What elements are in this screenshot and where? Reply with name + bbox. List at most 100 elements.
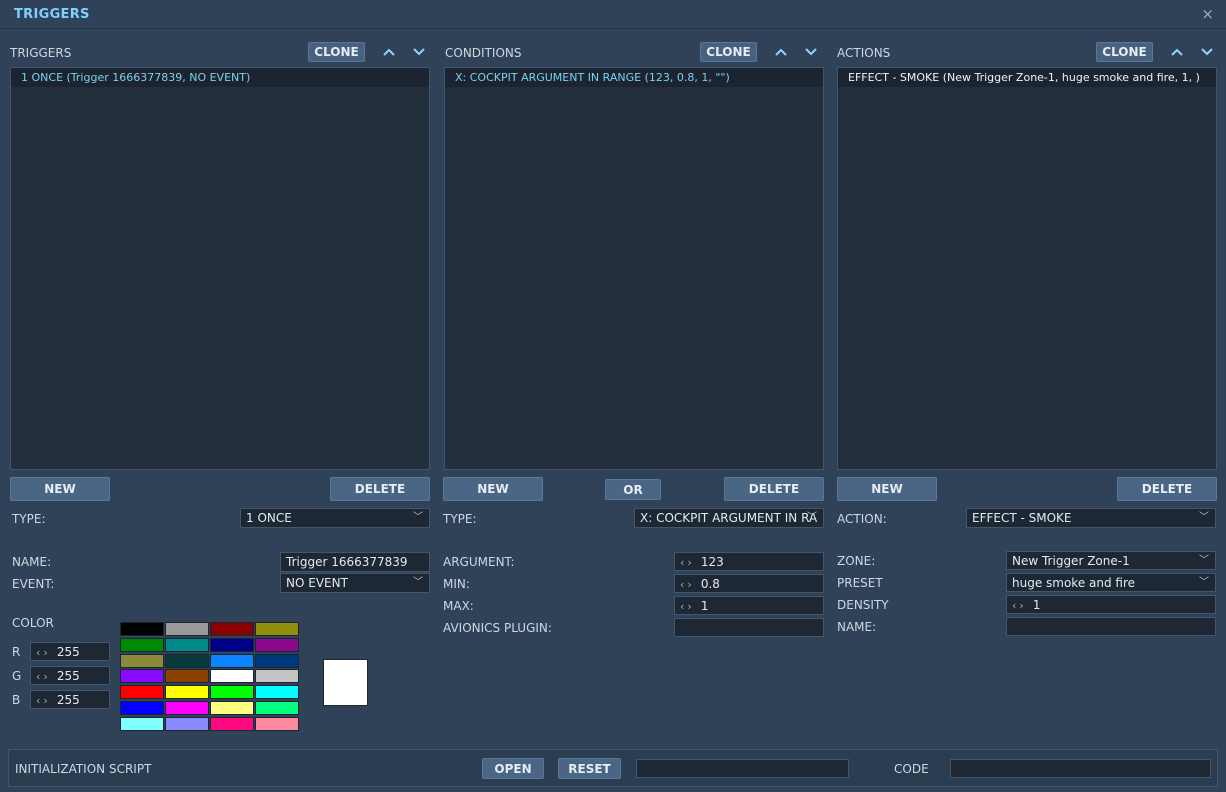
action-name-label: NAME: bbox=[837, 620, 877, 634]
window-title: TRIGGERS bbox=[14, 7, 90, 22]
stepper-arrows-icon[interactable]: ‹› bbox=[680, 578, 695, 591]
color-swatch[interactable] bbox=[165, 637, 209, 652]
color-swatch[interactable] bbox=[120, 653, 164, 668]
color-swatch[interactable] bbox=[120, 637, 164, 652]
color-b-value: 255 bbox=[56, 693, 80, 707]
color-b-stepper[interactable]: ‹› 255 bbox=[30, 690, 110, 709]
reset-button[interactable]: RESET bbox=[558, 758, 621, 779]
color-swatch[interactable] bbox=[210, 701, 254, 715]
avionics-plugin-input[interactable] bbox=[674, 618, 824, 637]
actions-move-down-icon[interactable] bbox=[1198, 43, 1216, 61]
initialization-script-label: INITIALIZATION SCRIPT bbox=[15, 762, 152, 776]
color-swatch[interactable] bbox=[210, 669, 254, 684]
list-item[interactable]: X: COCKPIT ARGUMENT IN RANGE (123, 0.8, … bbox=[445, 68, 823, 87]
stepper-arrows-icon[interactable]: ‹› bbox=[36, 646, 51, 659]
list-item[interactable]: EFFECT - SMOKE (New Trigger Zone-1, huge… bbox=[838, 68, 1216, 87]
preset-dropdown[interactable]: huge smoke and fire ﹀ bbox=[1006, 573, 1216, 592]
color-swatch[interactable] bbox=[120, 685, 164, 700]
conditions-move-up-icon[interactable] bbox=[772, 43, 790, 61]
color-swatch[interactable] bbox=[120, 716, 164, 731]
chevron-down-icon: ﹀ bbox=[807, 512, 817, 523]
color-swatch[interactable] bbox=[210, 653, 254, 668]
zone-dropdown[interactable]: New Trigger Zone-1 ﹀ bbox=[1006, 551, 1216, 570]
triggers-move-down-icon[interactable] bbox=[410, 43, 428, 61]
condition-type-value: X: COCKPIT ARGUMENT IN RA bbox=[640, 511, 818, 525]
close-icon[interactable]: × bbox=[1201, 5, 1214, 23]
trigger-name-label: NAME: bbox=[12, 555, 52, 569]
chevron-down-icon: ﹀ bbox=[413, 512, 423, 523]
preset-value: huge smoke and fire bbox=[1012, 576, 1136, 590]
conditions-clone-button[interactable]: CLONE bbox=[700, 42, 757, 62]
color-swatch[interactable] bbox=[255, 669, 299, 684]
conditions-list[interactable]: X: COCKPIT ARGUMENT IN RANGE (123, 0.8, … bbox=[444, 67, 824, 470]
color-g-stepper[interactable]: ‹› 255 bbox=[30, 666, 110, 685]
color-swatch[interactable] bbox=[120, 669, 164, 684]
code-input[interactable] bbox=[950, 759, 1211, 778]
actions-new-button[interactable]: NEW bbox=[837, 477, 937, 501]
stepper-arrows-icon[interactable]: ‹› bbox=[680, 600, 695, 613]
trigger-event-label: EVENT: bbox=[12, 577, 55, 591]
stepper-arrows-icon[interactable]: ‹› bbox=[36, 694, 51, 707]
actions-clone-button[interactable]: CLONE bbox=[1096, 42, 1153, 62]
color-swatch[interactable] bbox=[255, 685, 299, 700]
chevron-down-icon: ﹀ bbox=[1199, 577, 1209, 588]
actions-list[interactable]: EFFECT - SMOKE (New Trigger Zone-1, huge… bbox=[837, 67, 1217, 470]
open-button[interactable]: OPEN bbox=[482, 758, 544, 779]
list-item[interactable]: 1 ONCE (Trigger 1666377839, NO EVENT) bbox=[11, 68, 429, 87]
conditions-move-down-icon[interactable] bbox=[802, 43, 820, 61]
preset-label: PRESET bbox=[837, 576, 883, 590]
color-swatch[interactable] bbox=[120, 701, 164, 715]
stepper-arrows-icon[interactable]: ‹› bbox=[680, 556, 695, 569]
color-swatch[interactable] bbox=[165, 653, 209, 668]
triggers-move-up-icon[interactable] bbox=[380, 43, 398, 61]
color-swatch[interactable] bbox=[165, 701, 209, 715]
script-file-input[interactable] bbox=[636, 759, 849, 778]
triggers-clone-button[interactable]: CLONE bbox=[308, 42, 365, 62]
triggers-new-button[interactable]: NEW bbox=[10, 477, 110, 501]
conditions-or-button[interactable]: OR bbox=[605, 479, 661, 500]
color-swatch[interactable] bbox=[210, 685, 254, 700]
color-swatch[interactable] bbox=[255, 716, 299, 731]
triggers-list[interactable]: 1 ONCE (Trigger 1666377839, NO EVENT) bbox=[10, 67, 430, 470]
color-swatch[interactable] bbox=[210, 637, 254, 652]
trigger-type-dropdown[interactable]: 1 ONCE ﹀ bbox=[240, 508, 430, 528]
stepper-arrows-icon[interactable]: ‹› bbox=[36, 670, 51, 683]
actions-delete-button[interactable]: DELETE bbox=[1117, 477, 1217, 501]
trigger-event-value: NO EVENT bbox=[286, 576, 348, 590]
action-name-input[interactable] bbox=[1006, 617, 1216, 636]
color-swatch[interactable] bbox=[255, 622, 299, 636]
action-label: ACTION: bbox=[837, 512, 887, 526]
argument-label: ARGUMENT: bbox=[443, 555, 515, 569]
color-swatch[interactable] bbox=[255, 701, 299, 715]
color-swatch[interactable] bbox=[165, 669, 209, 684]
trigger-name-input[interactable]: Trigger 1666377839 bbox=[280, 552, 430, 572]
density-stepper[interactable]: ‹› 1 bbox=[1006, 595, 1216, 614]
color-r-stepper[interactable]: ‹› 255 bbox=[30, 642, 110, 661]
color-swatch[interactable] bbox=[120, 622, 164, 636]
color-g-label: G bbox=[12, 669, 22, 683]
conditions-new-button[interactable]: NEW bbox=[443, 477, 543, 501]
trigger-event-dropdown[interactable]: NO EVENT ﹀ bbox=[280, 573, 430, 593]
color-r-label: R bbox=[12, 645, 21, 659]
avionics-plugin-label: AVIONICS PLUGIN: bbox=[443, 621, 552, 635]
color-swatch[interactable] bbox=[165, 716, 209, 731]
condition-type-dropdown[interactable]: X: COCKPIT ARGUMENT IN RA ﹀ bbox=[634, 508, 824, 528]
color-r-value: 255 bbox=[56, 645, 80, 659]
action-dropdown[interactable]: EFFECT - SMOKE ﹀ bbox=[966, 508, 1216, 528]
stepper-arrows-icon[interactable]: ‹› bbox=[1012, 599, 1027, 612]
argument-stepper[interactable]: ‹› 123 bbox=[674, 552, 824, 571]
color-swatch[interactable] bbox=[255, 653, 299, 668]
color-swatch[interactable] bbox=[255, 637, 299, 652]
color-label: COLOR bbox=[12, 616, 54, 630]
color-swatch[interactable] bbox=[210, 622, 254, 636]
min-stepper[interactable]: ‹› 0.8 bbox=[674, 574, 824, 593]
zone-value: New Trigger Zone-1 bbox=[1012, 554, 1130, 568]
color-swatch[interactable] bbox=[210, 716, 254, 731]
actions-move-up-icon[interactable] bbox=[1168, 43, 1186, 61]
max-stepper[interactable]: ‹› 1 bbox=[674, 596, 824, 615]
triggers-delete-button[interactable]: DELETE bbox=[330, 477, 430, 501]
color-b-label: B bbox=[12, 693, 21, 707]
color-swatch[interactable] bbox=[165, 685, 209, 700]
conditions-delete-button[interactable]: DELETE bbox=[724, 477, 824, 501]
color-swatch[interactable] bbox=[165, 622, 209, 636]
